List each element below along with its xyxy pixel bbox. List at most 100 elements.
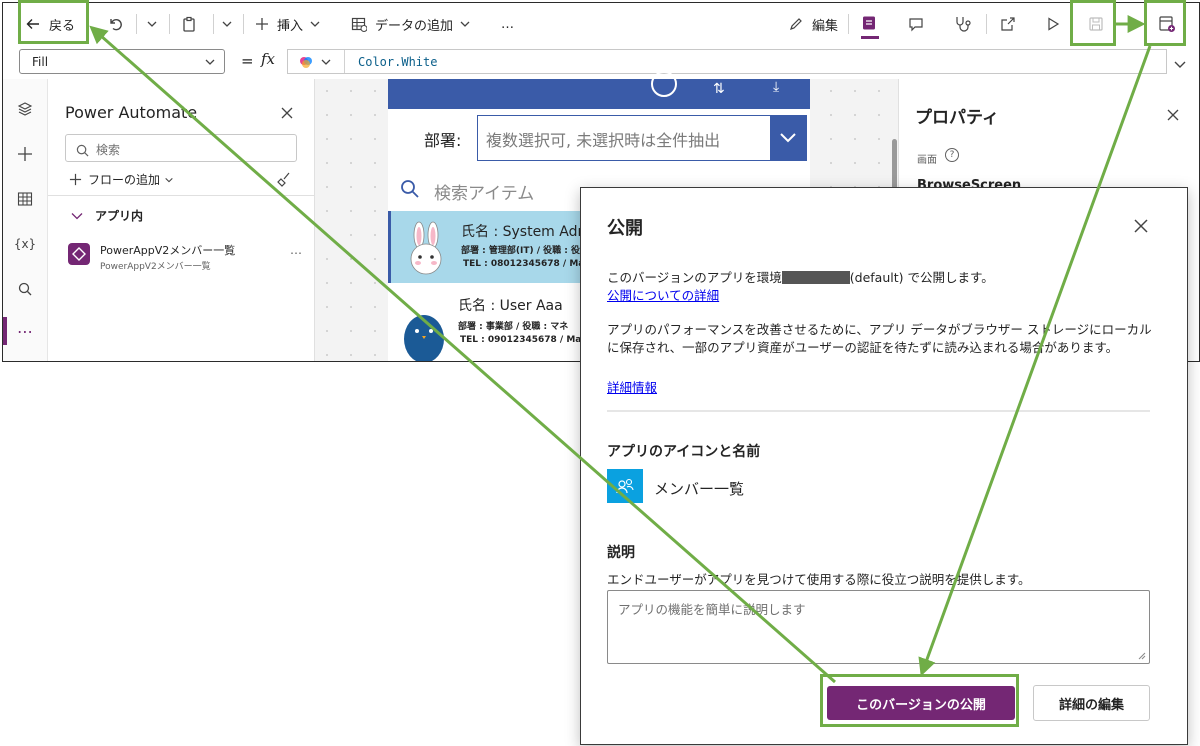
section-label: アプリ内 <box>95 209 144 223</box>
chevron-down-icon <box>459 18 471 30</box>
flow-item[interactable]: PowerAppV2メンバー一覧 PowerAppV2メンバー一覧 … <box>68 237 308 277</box>
dept-dropdown-button[interactable] <box>770 116 806 160</box>
flow-search-input[interactable]: 検索 <box>65 134 297 162</box>
undo-icon <box>107 16 123 32</box>
share-icon <box>1000 16 1016 32</box>
app-header: ⇅ ⤓ <box>388 71 810 109</box>
play-icon <box>1046 17 1060 31</box>
dept-label: 部署: <box>424 131 462 150</box>
publish-details-link[interactable]: 公開についての詳細 <box>607 285 719 304</box>
property-dropdown[interactable]: Fill <box>19 49 225 74</box>
search-icon <box>76 142 89 161</box>
sort-icon: ⇅ <box>713 81 725 97</box>
fx-icon: fx <box>261 50 276 68</box>
data-table-icon[interactable] <box>15 189 35 209</box>
plus-icon <box>69 173 82 186</box>
item-dept: 部署 : 事業部 / 役職 : マネ <box>458 322 569 332</box>
chevron-down-icon <box>221 18 233 30</box>
comment-icon <box>908 16 924 32</box>
close-icon[interactable] <box>1133 218 1149 238</box>
more-tools-icon[interactable]: ⋯ <box>15 321 35 341</box>
clipboard-icon <box>181 16 197 32</box>
redacted-environment <box>781 271 850 284</box>
chevron-down-icon <box>204 56 216 71</box>
share-button[interactable] <box>1000 3 1016 45</box>
flow-icon <box>68 243 90 265</box>
dept-placeholder: 複数選択可, 未選択時は全件抽出 <box>486 131 721 150</box>
stethoscope-icon <box>954 15 972 33</box>
help-icon[interactable]: ? <box>945 148 959 162</box>
separator <box>136 14 137 34</box>
search-placeholder: 検索 <box>96 143 121 157</box>
paste-button[interactable] <box>181 3 197 45</box>
separator <box>344 50 345 73</box>
section-in-app[interactable]: アプリ内 <box>71 207 143 224</box>
power-automate-panel: Power Automate 検索 フローの追加 アプリ内 PowerAppV2… <box>48 79 315 361</box>
env-text-suffix: (default) で公開します。 <box>849 270 994 285</box>
broom-icon[interactable] <box>276 171 292 191</box>
separator <box>848 14 849 34</box>
more-button[interactable]: … <box>501 3 514 45</box>
close-icon[interactable] <box>1166 107 1180 126</box>
dept-combobox[interactable]: 複数選択可, 未選択時は全件抽出 <box>477 115 807 161</box>
description-help: エンドユーザーがアプリを見つけて使用する際に役立つ説明を提供します。 <box>607 572 1031 587</box>
add-flow-button[interactable]: フローの追加 <box>69 171 174 188</box>
app-checker-active-button[interactable] <box>861 3 879 45</box>
chevron-down-icon <box>309 18 321 30</box>
dialog-title: 公開 <box>607 218 643 239</box>
tree-view-icon[interactable] <box>15 99 35 119</box>
flow-more-button[interactable]: … <box>290 243 302 257</box>
variables-icon[interactable]: {x} <box>14 234 36 254</box>
more-info-link[interactable]: 詳細情報 <box>607 377 657 396</box>
plus-icon <box>255 17 269 31</box>
item-name: 氏名 : User Aaa <box>458 298 563 314</box>
comments-button[interactable] <box>908 3 924 45</box>
insert-plus-icon[interactable] <box>15 144 35 164</box>
insert-button[interactable]: 挿入 <box>255 3 321 45</box>
env-text-prefix: このバージョンのアプリを環境 <box>607 270 782 285</box>
add-data-button[interactable]: データの追加 <box>351 3 471 45</box>
copilot-icon <box>298 54 314 73</box>
expand-formula-icon[interactable] <box>1173 56 1187 75</box>
active-indicator <box>861 36 879 39</box>
flow-subtitle: PowerAppV2メンバー一覧 <box>100 262 211 272</box>
storage-info-text: アプリのパフォーマンスを改善させるために、アプリ データがブラウザー ストレージ… <box>607 322 1152 355</box>
item-tel: TEL : 08012345678 / Mai <box>463 259 588 269</box>
resize-grip-icon[interactable] <box>1138 652 1146 660</box>
preview-play-button[interactable] <box>1046 3 1060 45</box>
add-data-label: データの追加 <box>375 18 454 34</box>
publish-env-text: このバージョンのアプリを環境 (default) で公開します。 <box>607 267 994 286</box>
divider <box>607 410 1150 412</box>
undo-button[interactable] <box>107 3 123 45</box>
equals-sign: = <box>241 52 254 70</box>
description-textarea[interactable]: アプリの機能を簡単に説明します <box>607 590 1150 664</box>
insert-label: 挿入 <box>277 18 304 34</box>
edit-button[interactable]: 編集 <box>788 3 838 45</box>
highlight-save-box <box>1070 0 1116 46</box>
screen-label: 画面 <box>917 155 937 166</box>
document-icon <box>861 15 877 31</box>
icon-name-heading: アプリのアイコンと名前 <box>607 444 761 460</box>
search-icon <box>401 180 419 198</box>
app-icon[interactable] <box>607 469 643 503</box>
people-icon <box>616 478 634 494</box>
publish-dialog: 公開 このバージョンのアプリを環境 (default) で公開します。 公開につい… <box>580 187 1188 745</box>
separator <box>243 14 244 34</box>
highlight-publish-box <box>1144 0 1186 46</box>
property-value: Fill <box>32 54 49 69</box>
app-checker-button[interactable] <box>954 3 972 45</box>
separator <box>986 14 987 34</box>
undo-dropdown[interactable] <box>146 3 158 45</box>
formula-text: Color.White <box>358 55 438 69</box>
close-icon[interactable] <box>280 105 294 124</box>
item-name: 氏名 : System Adm <box>461 224 592 240</box>
rabbit-avatar <box>405 221 447 275</box>
paste-dropdown[interactable] <box>221 3 233 45</box>
search-icon[interactable] <box>15 279 35 299</box>
penguin-avatar <box>402 303 446 361</box>
formula-input[interactable]: Color.White <box>287 49 1167 74</box>
flow-name: PowerAppV2メンバー一覧 <box>100 244 236 257</box>
properties-title: プロパティ <box>915 108 999 128</box>
edit-details-button[interactable]: 詳細の編集 <box>1033 685 1150 721</box>
pencil-icon <box>788 16 804 32</box>
